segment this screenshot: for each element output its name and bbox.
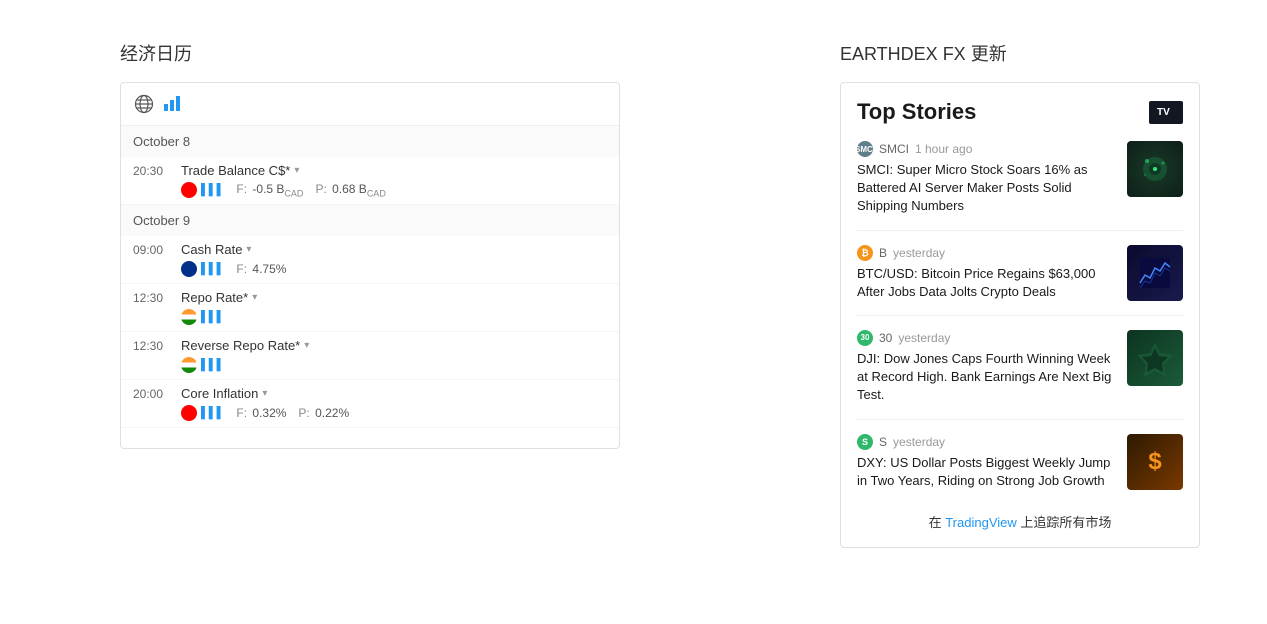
tv-logo: TV xyxy=(1149,101,1183,124)
news-text-btc: BTC/USD: Bitcoin Price Regains $63,000 A… xyxy=(857,265,1117,301)
news-item-btc[interactable]: ₿ B yesterday BTC/USD: Bitcoin Price Reg… xyxy=(857,245,1183,316)
event-details-trade-balance: ▌▌▌ F: -0.5 BCAD P: 0.68 BCAD xyxy=(133,182,607,198)
news-left-smci: SMCI SMCI 1 hour ago SMCI: Super Micro S… xyxy=(857,141,1117,216)
news-item-smci[interactable]: SMCI SMCI 1 hour ago SMCI: Super Micro S… xyxy=(857,141,1183,231)
flag-area-in1: ▌▌▌ xyxy=(181,309,224,325)
flag-area-in2: ▌▌▌ xyxy=(181,357,224,373)
event-name-core-inflation[interactable]: Core Inflation ▾ xyxy=(181,386,267,401)
date-header-oct8: October 8 xyxy=(121,126,619,157)
news-time-smci: 1 hour ago xyxy=(915,142,972,156)
flag-ca-icon xyxy=(181,182,197,198)
flag-in-icon-2 xyxy=(181,357,197,373)
news-text-dji: DJI: Dow Jones Caps Fourth Winning Week … xyxy=(857,350,1117,405)
event-repo-rate: 12:30 Repo Rate* ▾ ▌▌▌ xyxy=(121,284,619,332)
news-time-btc: yesterday xyxy=(893,246,945,260)
event-details-repo-rate: ▌▌▌ xyxy=(133,309,607,325)
event-core-inflation: 20:00 Core Inflation ▾ ▌▌▌ F: 0.32% xyxy=(121,380,619,428)
news-source-dxy: S S yesterday xyxy=(857,434,1117,450)
right-section: EARTHDEX FX 更新 Top Stories TV SMCI xyxy=(840,40,1200,548)
bar-mini-icon: ▌▌▌ xyxy=(201,184,224,196)
news-icon-btc: ₿ xyxy=(857,245,873,261)
left-section: 经济日历 xyxy=(120,40,640,548)
forecast-core-inflation: F: 0.32% xyxy=(236,406,286,420)
news-footer: 在 TradingView 上追踪所有市场 xyxy=(857,512,1183,531)
news-left-dji: 30 30 yesterday DJI: Dow Jones Caps Four… xyxy=(857,330,1117,405)
bar-mini-icon-3: ▌▌▌ xyxy=(201,311,224,323)
news-thumb-dxy: $ xyxy=(1127,434,1183,490)
news-source-name-dxy: S xyxy=(879,435,887,449)
tradingview-link[interactable]: TradingView xyxy=(945,515,1017,530)
date-header-oct9: October 9 xyxy=(121,205,619,236)
event-time-cash-rate: 09:00 xyxy=(133,243,173,257)
flag-area-ca1: ▌▌▌ xyxy=(181,182,224,198)
news-source-name-smci: SMCI xyxy=(879,142,909,156)
news-source-name-btc: B xyxy=(879,246,887,260)
event-details-reverse-repo: ▌▌▌ xyxy=(133,357,607,373)
event-reverse-repo-rate: 12:30 Reverse Repo Rate* ▾ ▌▌▌ xyxy=(121,332,619,380)
event-name-trade-balance[interactable]: Trade Balance C$* ▾ xyxy=(181,163,299,178)
flag-ca-icon-2 xyxy=(181,405,197,421)
event-trade-balance: 20:30 Trade Balance C$* ▾ ▌▌▌ F: -0.5 BC… xyxy=(121,157,619,205)
news-time-dxy: yesterday xyxy=(893,435,945,449)
calendar-header xyxy=(121,83,619,126)
event-details-core-inflation: ▌▌▌ F: 0.32% P: 0.22% xyxy=(133,405,607,421)
calendar-scroll[interactable]: October 8 20:30 Trade Balance C$* ▾ ▌▌▌ xyxy=(121,126,619,448)
left-title: 经济日历 xyxy=(120,40,640,66)
news-time-dji: yesterday xyxy=(898,331,950,345)
news-text-dxy: DXY: US Dollar Posts Biggest Weekly Jump… xyxy=(857,454,1117,490)
news-source-dji: 30 30 yesterday xyxy=(857,330,1117,346)
bar-mini-icon-2: ▌▌▌ xyxy=(201,263,224,275)
chevron-icon-4: ▾ xyxy=(304,340,309,351)
flag-area-au: ▌▌▌ xyxy=(181,261,224,277)
event-name-reverse-repo[interactable]: Reverse Repo Rate* ▾ xyxy=(181,338,309,353)
event-name-cash-rate[interactable]: Cash Rate ▾ xyxy=(181,242,251,257)
news-thumb-btc xyxy=(1127,245,1183,301)
news-icon-dxy: S xyxy=(857,434,873,450)
previous-core-inflation: P: 0.22% xyxy=(298,406,349,420)
event-time-1: 20:30 xyxy=(133,164,173,178)
event-cash-rate: 09:00 Cash Rate ▾ ▌▌▌ F: 4.75% xyxy=(121,236,619,284)
event-name-repo-rate[interactable]: Repo Rate* ▾ xyxy=(181,290,257,305)
news-item-dxy[interactable]: S S yesterday DXY: US Dollar Posts Bigge… xyxy=(857,434,1183,504)
svg-text:TV: TV xyxy=(1157,107,1170,118)
news-header: Top Stories TV xyxy=(857,99,1183,125)
forecast-trade-balance: F: -0.5 BCAD xyxy=(236,182,303,198)
chevron-icon-3: ▾ xyxy=(252,292,257,303)
news-icon-dji: 30 xyxy=(857,330,873,346)
bar-mini-icon-5: ▌▌▌ xyxy=(201,407,224,419)
news-icon-smci: SMCI xyxy=(857,141,873,157)
right-title: EARTHDEX FX 更新 xyxy=(840,40,1200,66)
calendar-widget: October 8 20:30 Trade Balance C$* ▾ ▌▌▌ xyxy=(120,82,620,449)
flag-in-icon-1 xyxy=(181,309,197,325)
news-thumb-dji xyxy=(1127,330,1183,386)
flag-au-icon xyxy=(181,261,197,277)
event-details-cash-rate: ▌▌▌ F: 4.75% xyxy=(133,261,607,277)
bar-mini-icon-4: ▌▌▌ xyxy=(201,359,224,371)
chevron-icon-2: ▾ xyxy=(246,244,251,255)
flag-area-ca2: ▌▌▌ xyxy=(181,405,224,421)
previous-trade-balance: P: 0.68 BCAD xyxy=(315,182,385,198)
chevron-icon-5: ▾ xyxy=(262,388,267,399)
news-item-dji[interactable]: 30 30 yesterday DJI: Dow Jones Caps Four… xyxy=(857,330,1183,420)
event-time-core-inflation: 20:00 xyxy=(133,387,173,401)
forecast-cash-rate: F: 4.75% xyxy=(236,262,286,276)
news-source-btc: ₿ B yesterday xyxy=(857,245,1117,261)
news-widget: Top Stories TV SMCI SMCI 1 ho xyxy=(840,82,1200,548)
news-left-btc: ₿ B yesterday BTC/USD: Bitcoin Price Reg… xyxy=(857,245,1117,301)
chevron-icon: ▾ xyxy=(294,165,299,176)
globe-icon[interactable] xyxy=(133,93,155,115)
news-source-smci: SMCI SMCI 1 hour ago xyxy=(857,141,1117,157)
news-left-dxy: S S yesterday DXY: US Dollar Posts Bigge… xyxy=(857,434,1117,490)
dollar-symbol: $ xyxy=(1148,448,1161,476)
news-thumb-smci xyxy=(1127,141,1183,197)
news-heading: Top Stories xyxy=(857,99,976,125)
news-text-smci: SMCI: Super Micro Stock Soars 16% as Bat… xyxy=(857,161,1117,216)
event-time-repo-rate: 12:30 xyxy=(133,291,173,305)
bar-chart-icon[interactable] xyxy=(163,94,181,115)
event-time-reverse-repo: 12:30 xyxy=(133,339,173,353)
news-source-name-dji: 30 xyxy=(879,331,892,345)
